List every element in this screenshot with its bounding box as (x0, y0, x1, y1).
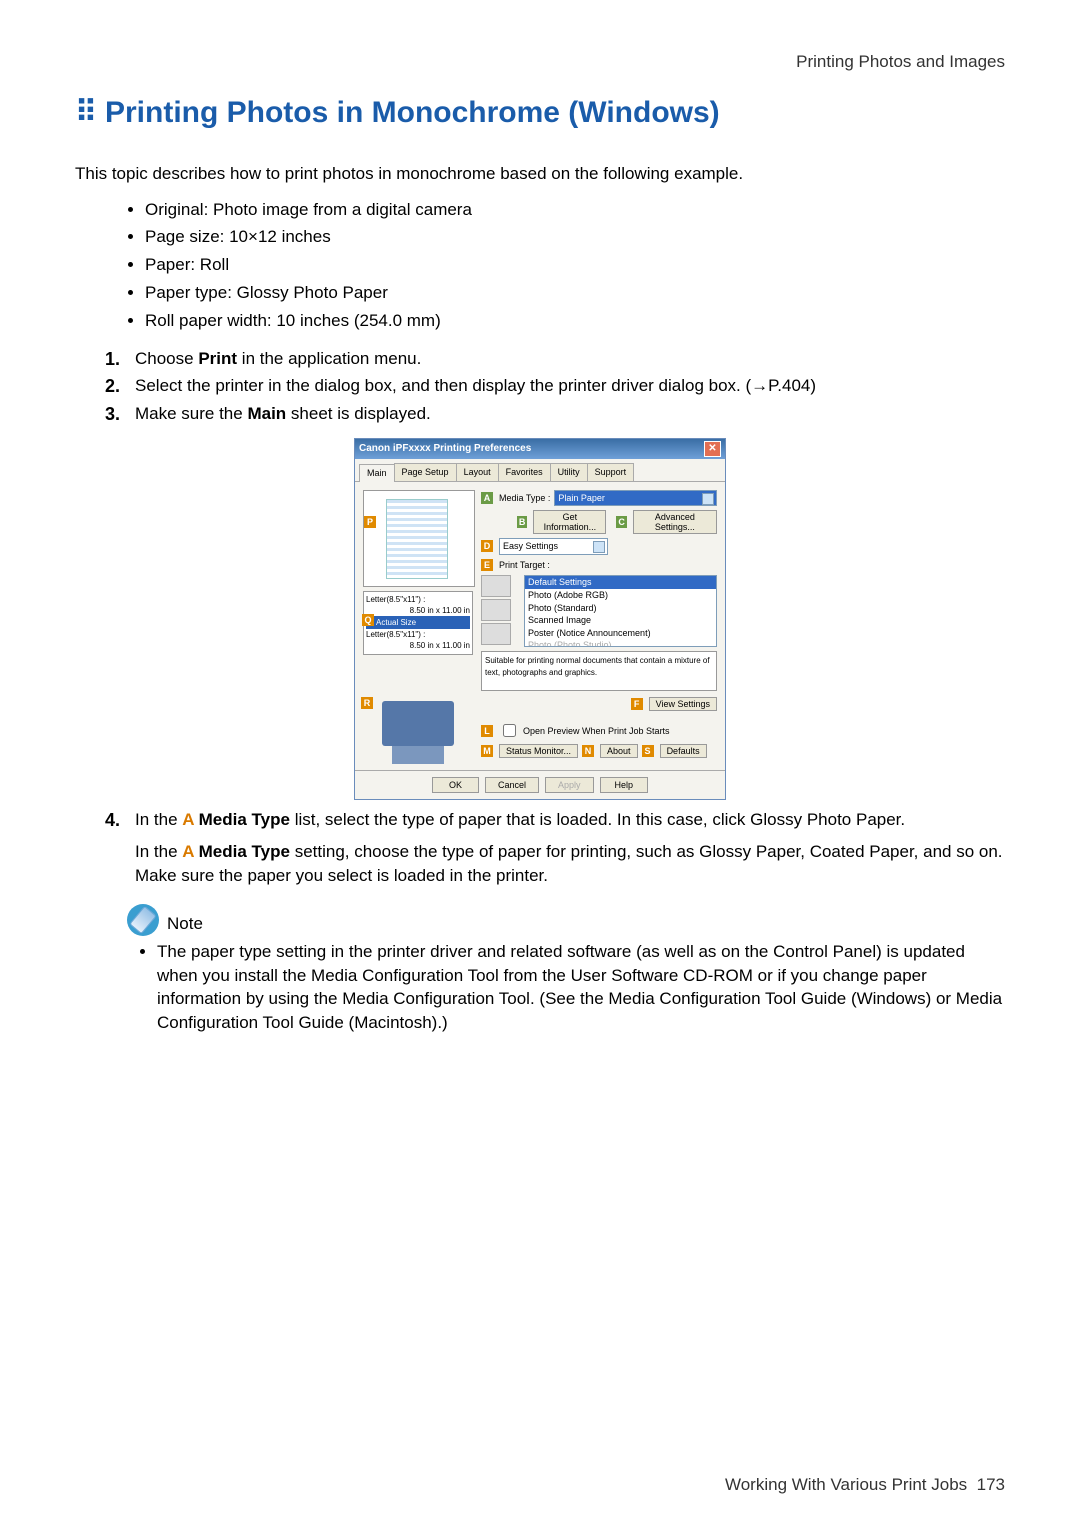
list-item: Paper: Roll (145, 253, 1005, 277)
actual-size-row[interactable]: ↓ Actual Size (366, 616, 470, 629)
open-preview-checkbox[interactable] (503, 724, 516, 737)
list-item[interactable]: Poster (Notice Announcement) (525, 627, 716, 640)
media-type-dropdown[interactable]: Plain Paper (554, 490, 717, 507)
advanced-settings-button[interactable]: Advanced Settings... (633, 510, 717, 534)
marker-b: B (517, 516, 527, 528)
preview-thumbnail (386, 499, 448, 579)
list-item: Original: Photo image from a digital cam… (145, 198, 1005, 222)
list-item[interactable]: Photo (Photo Studio) (525, 639, 716, 647)
easy-settings-dropdown[interactable]: Easy Settings (499, 538, 608, 555)
media-type-label: Media Type : (499, 492, 550, 505)
dialog-footer: OK Cancel Apply Help (355, 770, 725, 799)
tab-main[interactable]: Main (359, 464, 395, 482)
view-settings-button[interactable]: View Settings (649, 697, 717, 711)
grid-icon: ⠿ (75, 92, 95, 134)
target-description: Suitable for printing normal documents t… (481, 651, 717, 691)
status-monitor-button[interactable]: Status Monitor... (499, 744, 578, 758)
cancel-button[interactable]: Cancel (485, 777, 539, 793)
dialog-titlebar: Canon iPFxxxx Printing Preferences ✕ (355, 439, 725, 459)
ok-button[interactable]: OK (432, 777, 479, 793)
get-information-button[interactable]: Get Information... (533, 510, 606, 534)
marker-a: A (481, 492, 493, 504)
step-3: 3. Make sure the Main sheet is displayed… (105, 402, 1005, 426)
list-item[interactable]: Default Settings (525, 576, 716, 589)
defaults-button[interactable]: Defaults (660, 744, 707, 758)
printing-preferences-dialog: Canon iPFxxxx Printing Preferences ✕ Mai… (354, 438, 726, 800)
apply-button[interactable]: Apply (545, 777, 594, 793)
marker-n: N (582, 745, 594, 757)
dialog-title: Canon iPFxxxx Printing Preferences (359, 442, 531, 456)
help-button[interactable]: Help (600, 777, 649, 793)
list-item[interactable]: Photo (Adobe RGB) (525, 589, 716, 602)
marker-p: P (364, 516, 376, 528)
marker-s: S (642, 745, 654, 757)
marker-f: F (631, 698, 643, 710)
list-item: Roll paper width: 10 inches (254.0 mm) (145, 309, 1005, 333)
step-1: 1. Choose Print in the application menu. (105, 347, 1005, 371)
preview-area: P (363, 490, 475, 587)
marker-r: R (361, 697, 373, 709)
marker-q: Q (362, 614, 374, 626)
note-label: Note (167, 912, 203, 936)
marker-m: M (481, 745, 493, 757)
tab-page-setup[interactable]: Page Setup (394, 463, 457, 481)
tab-utility[interactable]: Utility (550, 463, 588, 481)
paper-info-box: Letter(8.5"x11") : 8.50 in x 11.00 in Q … (363, 591, 473, 655)
tab-layout[interactable]: Layout (456, 463, 499, 481)
step-4: 4. In the A Media Type list, select the … (105, 808, 1005, 887)
list-item: Page size: 10×12 inches (145, 225, 1005, 249)
list-item[interactable]: Scanned Image (525, 614, 716, 627)
close-icon[interactable]: ✕ (704, 441, 721, 457)
list-item[interactable]: Photo (Standard) (525, 602, 716, 615)
open-preview-label: Open Preview When Print Job Starts (523, 725, 670, 738)
marker-l: L (481, 725, 493, 737)
about-button[interactable]: About (600, 744, 638, 758)
print-target-listbox[interactable]: Default Settings Photo (Adobe RGB) Photo… (524, 575, 717, 647)
marker-e: E (481, 559, 493, 571)
tab-favorites[interactable]: Favorites (498, 463, 551, 481)
target-thumbnails (481, 575, 521, 647)
step-2: 2. Select the printer in the dialog box,… (105, 374, 1005, 398)
page-title: ⠿ Printing Photos in Monochrome (Windows… (75, 92, 1005, 134)
note-text: The paper type setting in the printer dr… (157, 940, 1005, 1035)
page-footer: Working With Various Print Jobs 173 (725, 1473, 1005, 1497)
note-icon (127, 904, 159, 936)
print-target-label: Print Target : (499, 559, 550, 572)
intro-text: This topic describes how to print photos… (75, 162, 1005, 186)
marker-c: C (616, 516, 626, 528)
list-item: Paper type: Glossy Photo Paper (145, 281, 1005, 305)
note-block: Note The paper type setting in the print… (127, 904, 1005, 1035)
section-header: Printing Photos and Images (75, 50, 1005, 74)
printer-illustration: R (363, 661, 473, 746)
marker-d: D (481, 540, 493, 552)
tab-strip: Main Page Setup Layout Favorites Utility… (355, 459, 725, 482)
tab-support[interactable]: Support (587, 463, 635, 481)
spec-list: Original: Photo image from a digital cam… (145, 198, 1005, 333)
